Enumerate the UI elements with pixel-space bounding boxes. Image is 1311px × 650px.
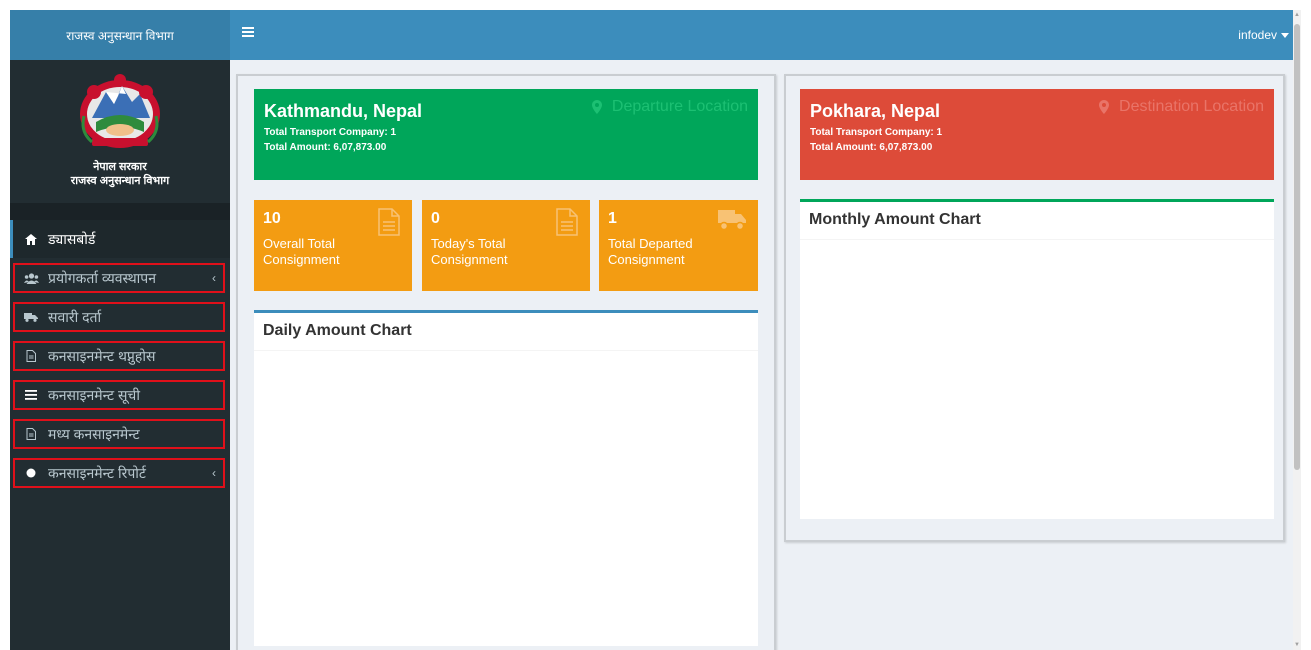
brand-title[interactable]: राजस्व अनुसन्धान विभाग xyxy=(10,10,230,60)
users-icon xyxy=(23,271,39,285)
chevron-left-icon: ‹ xyxy=(212,271,216,285)
sidebar: राजस्व अनुसन्धान विभाग नेपाल सरकार राजस्… xyxy=(10,10,230,650)
chevron-left-icon: ‹ xyxy=(212,466,216,480)
user-menu[interactable]: infodev xyxy=(1238,28,1289,42)
sidebar-item-label: मध्य कनसाइनमेन्ट xyxy=(48,425,140,442)
sidebar-item-label: ड्यासबोर्ड xyxy=(48,230,96,247)
stat-label: Overall Total Consignment xyxy=(263,236,340,267)
destination-location-box: Pokhara, Nepal Total Transport Company: … xyxy=(800,89,1274,180)
sidebar-item-mid-consignment[interactable]: मध्य कनसाइनमेन्ट xyxy=(10,415,230,453)
destination-tag: Destination Location xyxy=(1099,98,1264,116)
file-icon xyxy=(23,349,39,363)
topbar: infodev xyxy=(230,10,1301,60)
monthly-amount-chart: Monthly Amount Chart xyxy=(800,199,1274,519)
scroll-up-icon[interactable]: ▲ xyxy=(1294,12,1300,18)
destination-tag-label: Destination Location xyxy=(1119,98,1264,115)
sidebar-item-label: कनसाइनमेन्ट सूची xyxy=(48,386,140,403)
stat-overall-consignment: 10 Overall Total Consignment xyxy=(254,200,412,291)
destination-company-count: Total Transport Company: 1 xyxy=(810,127,943,138)
app-frame: राजस्व अनुसन्धान विभाग नेपाल सरकार राजस्… xyxy=(10,10,1301,650)
monthly-chart-title: Monthly Amount Chart xyxy=(800,202,1274,240)
departure-panel: Kathmandu, Nepal Total Transport Company… xyxy=(236,74,776,650)
destination-panel: Pokhara, Nepal Total Transport Company: … xyxy=(784,74,1285,542)
gov-name: नेपाल सरकार xyxy=(93,161,147,173)
home-icon xyxy=(23,232,39,246)
sidebar-item-consignment-report[interactable]: कनसाइनमेन्ट रिपोर्ट ‹ xyxy=(10,454,230,492)
file-icon xyxy=(378,208,400,236)
hamburger-icon[interactable] xyxy=(242,27,254,38)
menu-divider xyxy=(10,203,230,220)
sidebar-item-label: सवारी दर्ता xyxy=(48,308,102,325)
sidebar-item-label: कनसाइनमेन्ट रिपोर्ट xyxy=(48,464,146,481)
departure-company-count: Total Transport Company: 1 xyxy=(264,127,397,138)
department-name: राजस्व अनुसन्धान विभाग xyxy=(70,175,170,187)
circle-icon xyxy=(23,466,39,480)
file-icon xyxy=(23,427,39,441)
daily-chart-title: Daily Amount Chart xyxy=(254,313,758,351)
sidebar-item-label: प्रयोगकर्ता व्यवस्थापन xyxy=(48,269,156,286)
departure-location-box: Kathmandu, Nepal Total Transport Company… xyxy=(254,89,758,180)
map-marker-icon xyxy=(1099,100,1110,114)
user-name: infodev xyxy=(1238,28,1277,42)
departure-tag: Departure Location xyxy=(591,98,748,116)
sidebar-item-user-management[interactable]: प्रयोगकर्ता व्यवस्थापन ‹ xyxy=(10,259,230,297)
stat-label: Total Departed Consignment xyxy=(608,236,693,267)
list-icon xyxy=(23,388,39,402)
sidebar-item-add-consignment[interactable]: कनसाइनमेन्ट थप्नुहोस xyxy=(10,337,230,375)
truck-icon xyxy=(718,210,746,230)
caret-down-icon xyxy=(1281,32,1289,38)
page-scrollbar[interactable]: ▲ ▼ xyxy=(1293,10,1301,650)
destination-total-amount: Total Amount: 6,07,873.00 xyxy=(810,142,933,153)
nepal-emblem-icon xyxy=(80,74,160,148)
stat-today-consignment: 0 Today's Total Consignment xyxy=(422,200,590,291)
sidebar-item-vehicle-registration[interactable]: सवारी दर्ता xyxy=(10,298,230,336)
departure-tag-label: Departure Location xyxy=(611,98,748,115)
stat-label: Today's Total Consignment xyxy=(431,236,508,267)
brand-title-text: राजस्व अनुसन्धान विभाग xyxy=(66,28,174,43)
sidebar-item-consignment-list[interactable]: कनसाइनमेन्ट सूची xyxy=(10,376,230,414)
daily-amount-chart: Daily Amount Chart xyxy=(254,310,758,646)
map-marker-icon xyxy=(591,100,602,114)
truck-icon xyxy=(23,310,39,324)
stat-departed-consignment: 1 Total Departed Consignment xyxy=(599,200,758,291)
departure-total-amount: Total Amount: 6,07,873.00 xyxy=(264,142,387,153)
sidebar-item-label: कनसाइनमेन्ट थप्नुहोस xyxy=(48,347,156,364)
sidebar-item-dashboard[interactable]: ड्यासबोर्ड xyxy=(10,220,230,258)
scroll-down-icon[interactable]: ▼ xyxy=(1294,642,1300,648)
scroll-thumb[interactable] xyxy=(1294,24,1300,470)
file-icon xyxy=(556,208,578,236)
logo-block: नेपाल सरकार राजस्व अनुसन्धान विभाग xyxy=(10,60,230,203)
